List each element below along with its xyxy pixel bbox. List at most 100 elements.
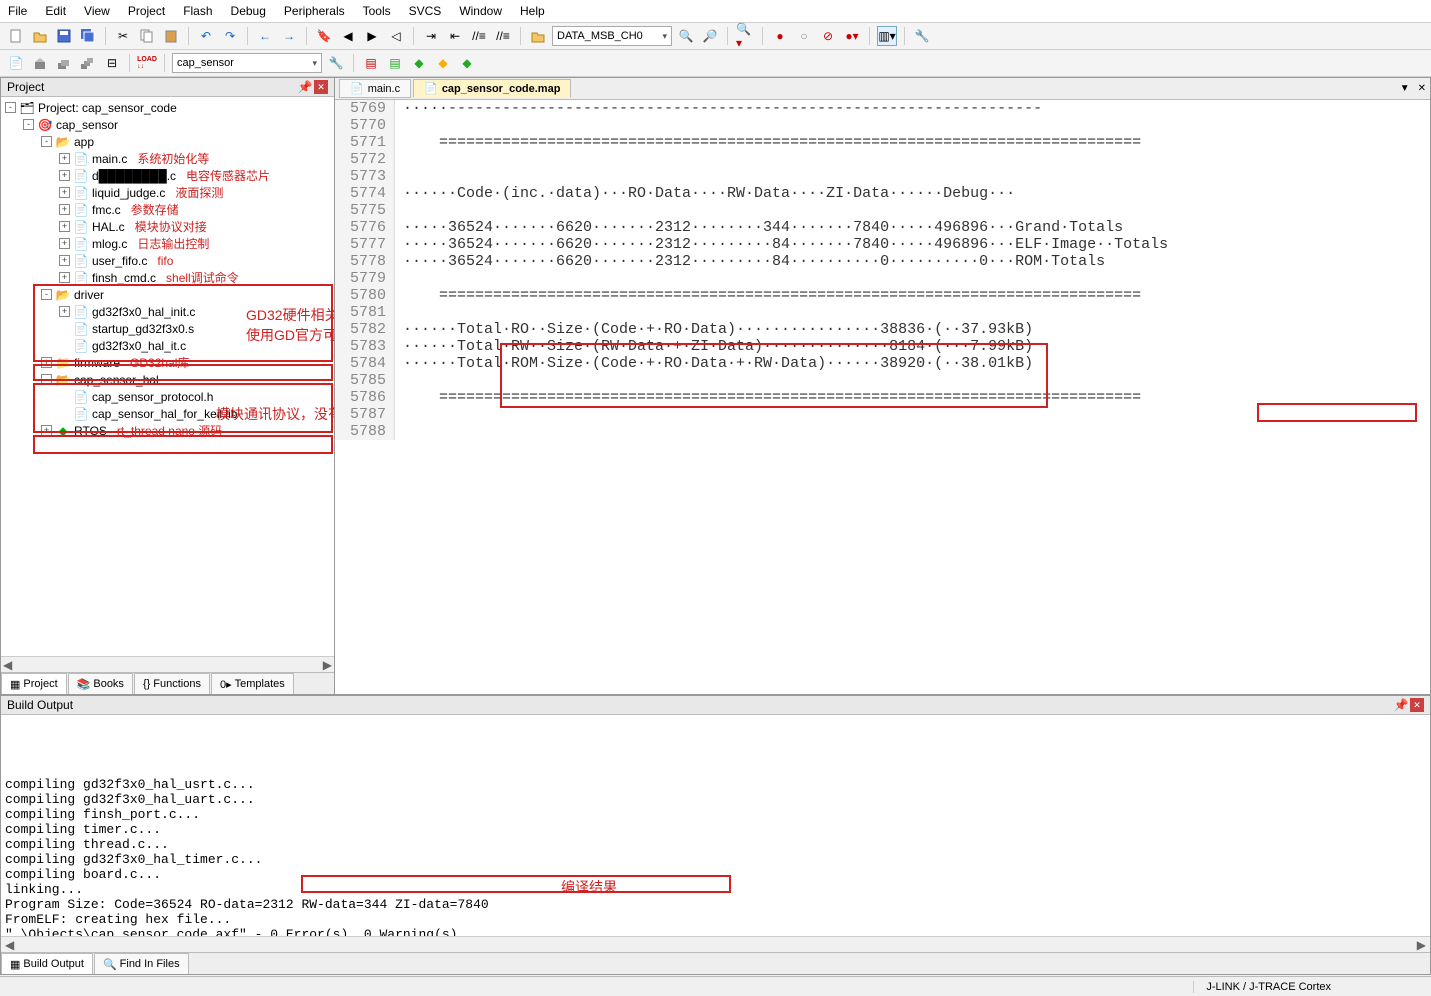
tree-toggle-icon[interactable]: + [59,306,70,317]
cut-icon[interactable]: ✂ [113,26,133,46]
select-software-packs-icon[interactable]: ◆ [433,53,453,73]
tab-close-icon[interactable]: ✕ [1414,83,1430,94]
batch-build-icon[interactable] [78,53,98,73]
tree-hscroll[interactable]: ◀▶ [1,656,334,672]
group-cap-sensor-hal[interactable]: cap_sensor_hal [74,373,159,387]
tree-toggle-icon[interactable]: - [41,136,52,147]
stop-build-icon[interactable]: ⊟ [102,53,122,73]
menu-project[interactable]: Project [128,4,165,18]
group-firmware[interactable]: firmware [74,356,120,370]
tree-toggle-icon[interactable]: - [5,102,16,113]
breakpoint-kill-all-icon[interactable]: ●▾ [842,26,862,46]
debug-session-icon[interactable]: 🔍▾ [735,26,755,46]
tree-toggle-icon[interactable]: - [41,374,52,385]
group-app[interactable]: app [74,135,94,149]
file-keil-lib[interactable]: cap_sensor_hal_for_keil.lib [92,407,237,421]
nav-back-icon[interactable]: ← [255,26,275,46]
close-panel-icon[interactable]: ✕ [314,80,328,94]
nav-fwd-icon[interactable]: → [279,26,299,46]
comment-icon[interactable]: //≡ [469,26,489,46]
project-tree[interactable]: -🗂Project: cap_sensor_code -🎯cap_sensor … [1,97,334,656]
bookmark-prev-icon[interactable]: ◀ [338,26,358,46]
configure-icon[interactable]: 🔧 [912,26,932,46]
menu-svcs[interactable]: SVCS [409,4,442,18]
tree-toggle-icon[interactable]: + [59,187,70,198]
build-icon[interactable] [30,53,50,73]
tree-toggle-icon[interactable]: + [59,238,70,249]
breakpoint-insert-icon[interactable]: ● [770,26,790,46]
file-main-c[interactable]: main.c [92,152,127,166]
tree-toggle-icon[interactable]: + [41,425,52,436]
tree-toggle-icon[interactable]: - [23,119,34,130]
tab-project[interactable]: ▦Project [1,673,67,694]
save-all-icon[interactable] [78,26,98,46]
tab-build-output[interactable]: ▦Build Output [1,953,93,974]
target-combo[interactable]: cap_sensor [172,53,322,73]
group-rtos[interactable]: RTOS [74,424,107,438]
menu-edit[interactable]: Edit [45,4,66,18]
file-protocol-h[interactable]: cap_sensor_protocol.h [92,390,213,404]
redo-icon[interactable]: ↷ [220,26,240,46]
group-driver[interactable]: driver [74,288,104,302]
incremental-find-icon[interactable]: 🔎 [700,26,720,46]
download-icon[interactable]: LOAD↓↓ [137,53,157,73]
project-root[interactable]: Project: cap_sensor_code [38,101,177,115]
file-startup-s[interactable]: startup_gd32f3x0.s [92,322,194,336]
breakpoint-enable-icon[interactable]: ○ [794,26,814,46]
copy-icon[interactable] [137,26,157,46]
tab-main-c[interactable]: 📄main.c [339,79,411,98]
uncomment-icon[interactable]: //≡ [493,26,513,46]
menu-help[interactable]: Help [520,4,545,18]
tab-find-in-files[interactable]: 🔍Find In Files [94,953,189,974]
tree-toggle-icon[interactable]: + [59,255,70,266]
file-gd32-hal-it-c[interactable]: gd32f3x0_hal_it.c [92,339,186,353]
window-layout-icon[interactable]: ▥▾ [877,26,897,46]
menu-peripherals[interactable]: Peripherals [284,4,345,18]
file-sensor-c[interactable]: d████████.c [92,169,176,183]
build-output-text[interactable]: compiling gd32f3x0_hal_usrt.c...compilin… [1,715,1430,936]
menu-file[interactable]: File [8,4,27,18]
tab-functions[interactable]: {}Functions [134,673,210,694]
tree-toggle-icon[interactable]: + [59,272,70,283]
menu-window[interactable]: Window [459,4,502,18]
file-fmc-c[interactable]: fmc.c [92,203,121,217]
tree-toggle-icon[interactable]: - [41,289,52,300]
file-finsh-cmd-c[interactable]: finsh_cmd.c [92,271,156,285]
pin-icon[interactable]: 📌 [1394,698,1408,712]
save-icon[interactable] [54,26,74,46]
menu-tools[interactable]: Tools [363,4,391,18]
file-user-fifo-c[interactable]: user_fifo.c [92,254,147,268]
tab-templates[interactable]: 0▸Templates [211,673,294,694]
paste-icon[interactable] [161,26,181,46]
bookmark-clear-icon[interactable]: ◁ [386,26,406,46]
pin-icon[interactable]: 📌 [298,80,312,94]
manage-rte-icon[interactable]: ◆ [457,53,477,73]
tab-books[interactable]: 📚Books [68,673,133,694]
open-file-icon[interactable] [30,26,50,46]
menu-view[interactable]: View [84,4,110,18]
search-combo[interactable]: DATA_MSB_CH0 [552,26,672,46]
rebuild-icon[interactable] [54,53,74,73]
tab-map-file[interactable]: 📄cap_sensor_code.map [413,79,571,98]
file-hal-c[interactable]: HAL.c [92,220,125,234]
find-in-files-icon[interactable] [528,26,548,46]
file-gd32-hal-init-c[interactable]: gd32f3x0_hal_init.c [92,305,195,319]
menu-debug[interactable]: Debug [231,4,266,18]
breakpoint-disable-all-icon[interactable]: ⊘ [818,26,838,46]
new-file-icon[interactable] [6,26,26,46]
file-liquid-judge-c[interactable]: liquid_judge.c [92,186,165,200]
target-node[interactable]: cap_sensor [56,118,118,132]
build-hscroll[interactable]: ◀▶ [1,936,1430,952]
translate-icon[interactable]: 📄 [6,53,26,73]
undo-icon[interactable]: ↶ [196,26,216,46]
manage-project-icon[interactable]: ▤ [361,53,381,73]
bookmark-next-icon[interactable]: ▶ [362,26,382,46]
tree-toggle-icon[interactable]: + [59,170,70,181]
tree-toggle-icon[interactable]: + [59,221,70,232]
tree-toggle-icon[interactable]: + [41,357,52,368]
outdent-icon[interactable]: ⇤ [445,26,465,46]
code-view[interactable]: 5769·····-------------------------------… [335,100,1430,694]
file-extensions-icon[interactable]: ▤ [385,53,405,73]
menu-flash[interactable]: Flash [183,4,212,18]
close-panel-icon[interactable]: ✕ [1410,698,1424,712]
